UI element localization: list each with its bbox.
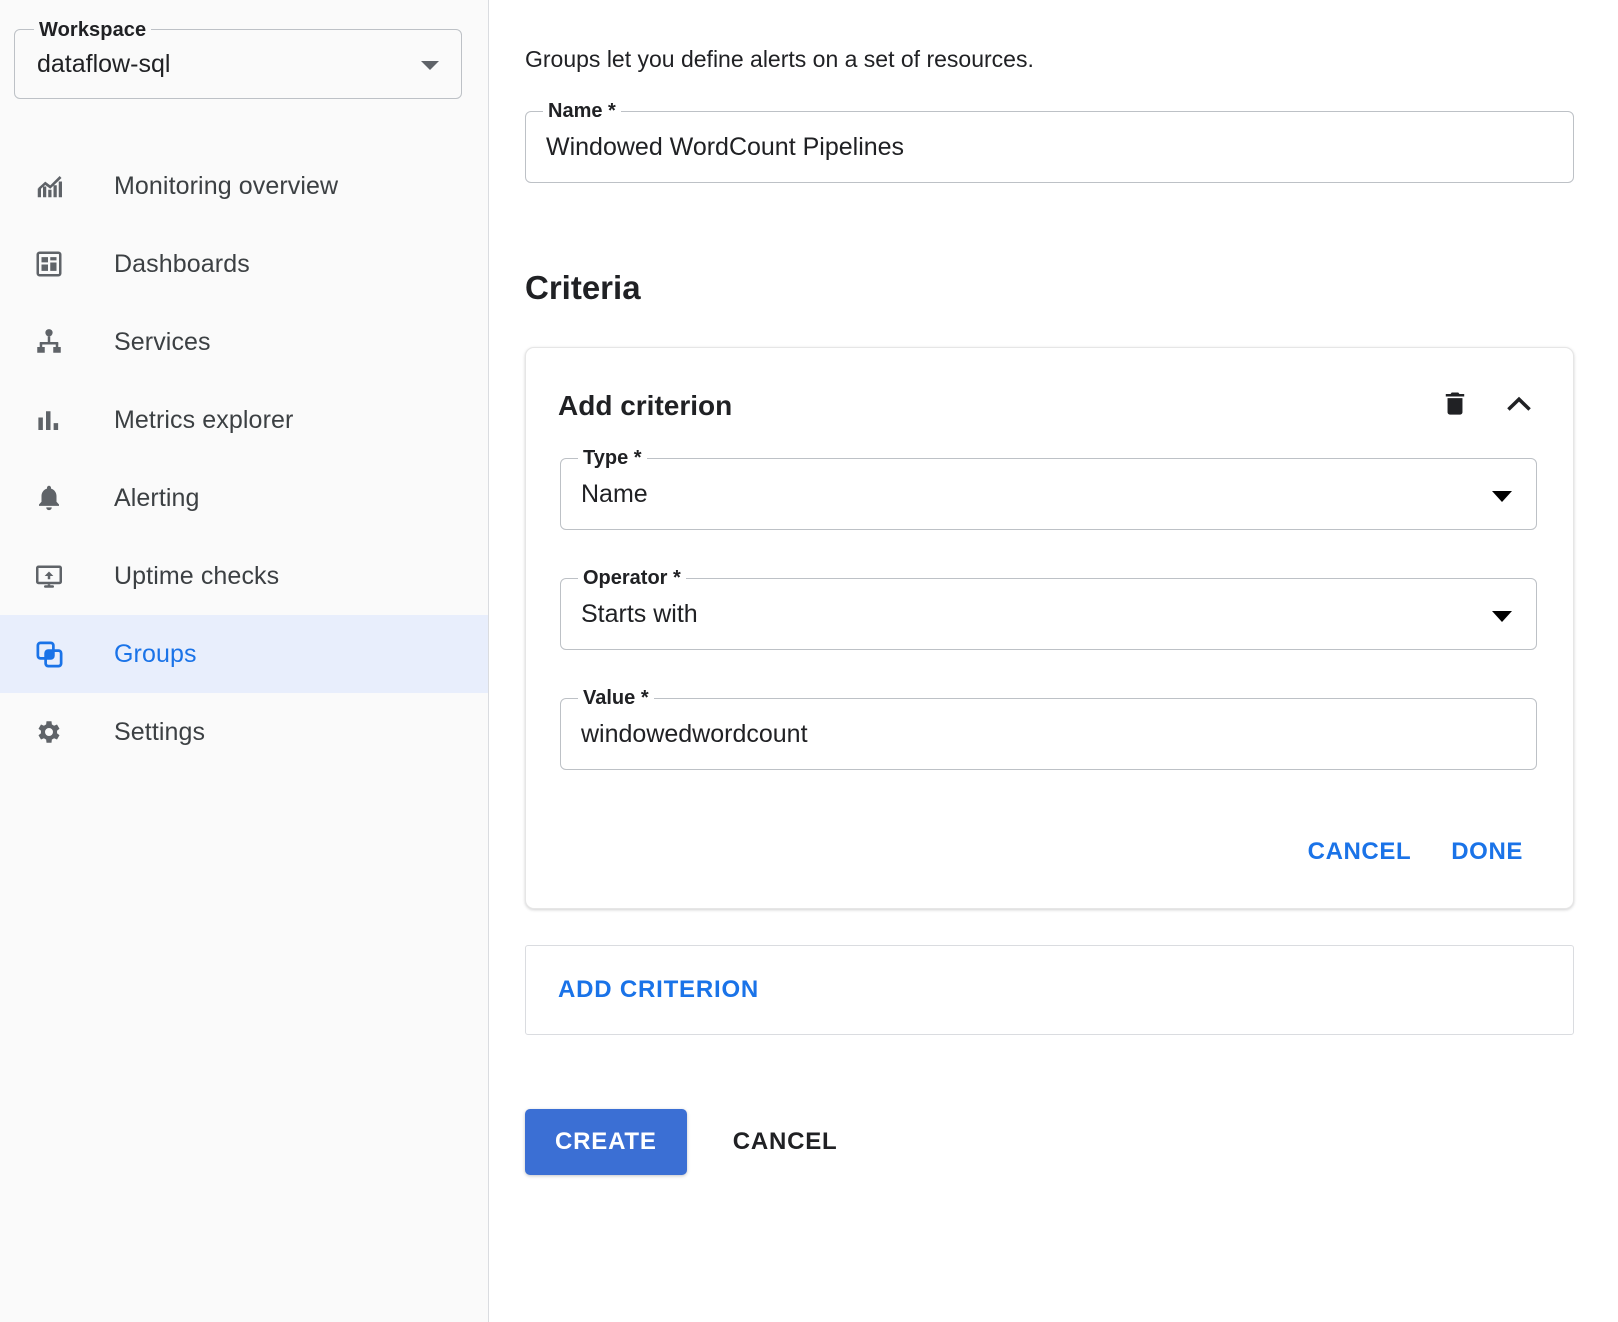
sidebar-item-groups[interactable]: Groups — [0, 615, 488, 693]
bell-icon — [32, 481, 66, 515]
services-hierarchy-icon — [32, 325, 66, 359]
group-name-field[interactable]: Name * Windowed WordCount Pipelines — [525, 111, 1574, 183]
sidebar-item-label: Dashboards — [114, 250, 250, 279]
groups-stacked-squares-icon — [32, 637, 66, 671]
criterion-operator-value: Starts with — [581, 600, 698, 629]
sidebar-item-label: Metrics explorer — [114, 406, 293, 435]
criterion-type-label: Type * — [578, 447, 647, 470]
sidebar-item-label: Monitoring overview — [114, 172, 338, 201]
dashboard-grid-icon — [32, 247, 66, 281]
criterion-card-header: Add criterion — [526, 348, 1573, 440]
monitor-upload-icon — [32, 559, 66, 593]
gear-icon — [32, 715, 66, 749]
criterion-operator-label: Operator * — [578, 567, 686, 590]
sidebar-item-label: Services — [114, 328, 211, 357]
criterion-operator-select[interactable]: Operator * Starts with — [560, 578, 1537, 650]
cancel-button[interactable]: CANCEL — [707, 1109, 864, 1175]
criterion-done-button[interactable]: DONE — [1431, 826, 1543, 878]
workspace-selector[interactable]: Workspace dataflow-sql — [14, 29, 462, 99]
chevron-down-icon — [1492, 611, 1512, 622]
sidebar-item-alerting[interactable]: Alerting — [0, 459, 488, 537]
delete-criterion-button[interactable] — [1431, 382, 1479, 430]
sidebar-item-monitoring-overview[interactable]: Monitoring overview — [0, 147, 488, 225]
sidebar-item-settings[interactable]: Settings — [0, 693, 488, 771]
criterion-type-select[interactable]: Type * Name — [560, 458, 1537, 530]
criterion-value-label: Value * — [578, 687, 654, 710]
criterion-card-body: Type * Name Operator * Starts with Value… — [526, 440, 1573, 770]
workspace-legend: Workspace — [34, 19, 151, 42]
criterion-value-field[interactable]: Value * windowedwordcount — [560, 698, 1537, 770]
collapse-criterion-button[interactable] — [1495, 382, 1543, 430]
group-name-input[interactable]: Windowed WordCount Pipelines — [546, 133, 904, 162]
criterion-card: Add criterion — [525, 347, 1574, 909]
chevron-up-icon — [1503, 388, 1535, 425]
sidebar-item-metrics-explorer[interactable]: Metrics explorer — [0, 381, 488, 459]
sidebar: Workspace dataflow-sql Monitoring overvi… — [0, 0, 489, 1322]
criterion-card-actions: CANCEL DONE — [526, 818, 1573, 908]
chevron-down-icon — [1492, 491, 1512, 502]
sidebar-nav: Monitoring overview Dashboards — [0, 147, 488, 771]
criteria-heading: Criteria — [525, 269, 1574, 307]
intro-text: Groups let you define alerts on a set of… — [525, 44, 1574, 75]
sidebar-item-label: Uptime checks — [114, 562, 279, 591]
add-criterion-box[interactable]: ADD CRITERION — [525, 945, 1574, 1035]
sidebar-item-label: Alerting — [114, 484, 200, 513]
form-actions: CREATE CANCEL — [525, 1109, 1574, 1175]
sidebar-item-uptime-checks[interactable]: Uptime checks — [0, 537, 488, 615]
sidebar-item-label: Groups — [114, 640, 197, 669]
criterion-value-input[interactable]: windowedwordcount — [581, 720, 808, 749]
create-button[interactable]: CREATE — [525, 1109, 687, 1175]
trash-icon — [1441, 388, 1469, 424]
sidebar-item-dashboards[interactable]: Dashboards — [0, 225, 488, 303]
criterion-cancel-button[interactable]: CANCEL — [1288, 826, 1432, 878]
main-content: Groups let you define alerts on a set of… — [489, 0, 1618, 1322]
sidebar-item-label: Settings — [114, 718, 205, 747]
chart-line-icon — [32, 169, 66, 203]
chevron-down-icon — [421, 61, 439, 70]
app-root: Workspace dataflow-sql Monitoring overvi… — [0, 0, 1618, 1322]
criterion-card-title: Add criterion — [558, 390, 1415, 422]
criterion-type-value: Name — [581, 480, 648, 509]
workspace-value: dataflow-sql — [37, 50, 170, 79]
sidebar-item-services[interactable]: Services — [0, 303, 488, 381]
bar-chart-icon — [32, 403, 66, 437]
add-criterion-button[interactable]: ADD CRITERION — [558, 976, 759, 1004]
group-name-label: Name * — [543, 100, 621, 123]
